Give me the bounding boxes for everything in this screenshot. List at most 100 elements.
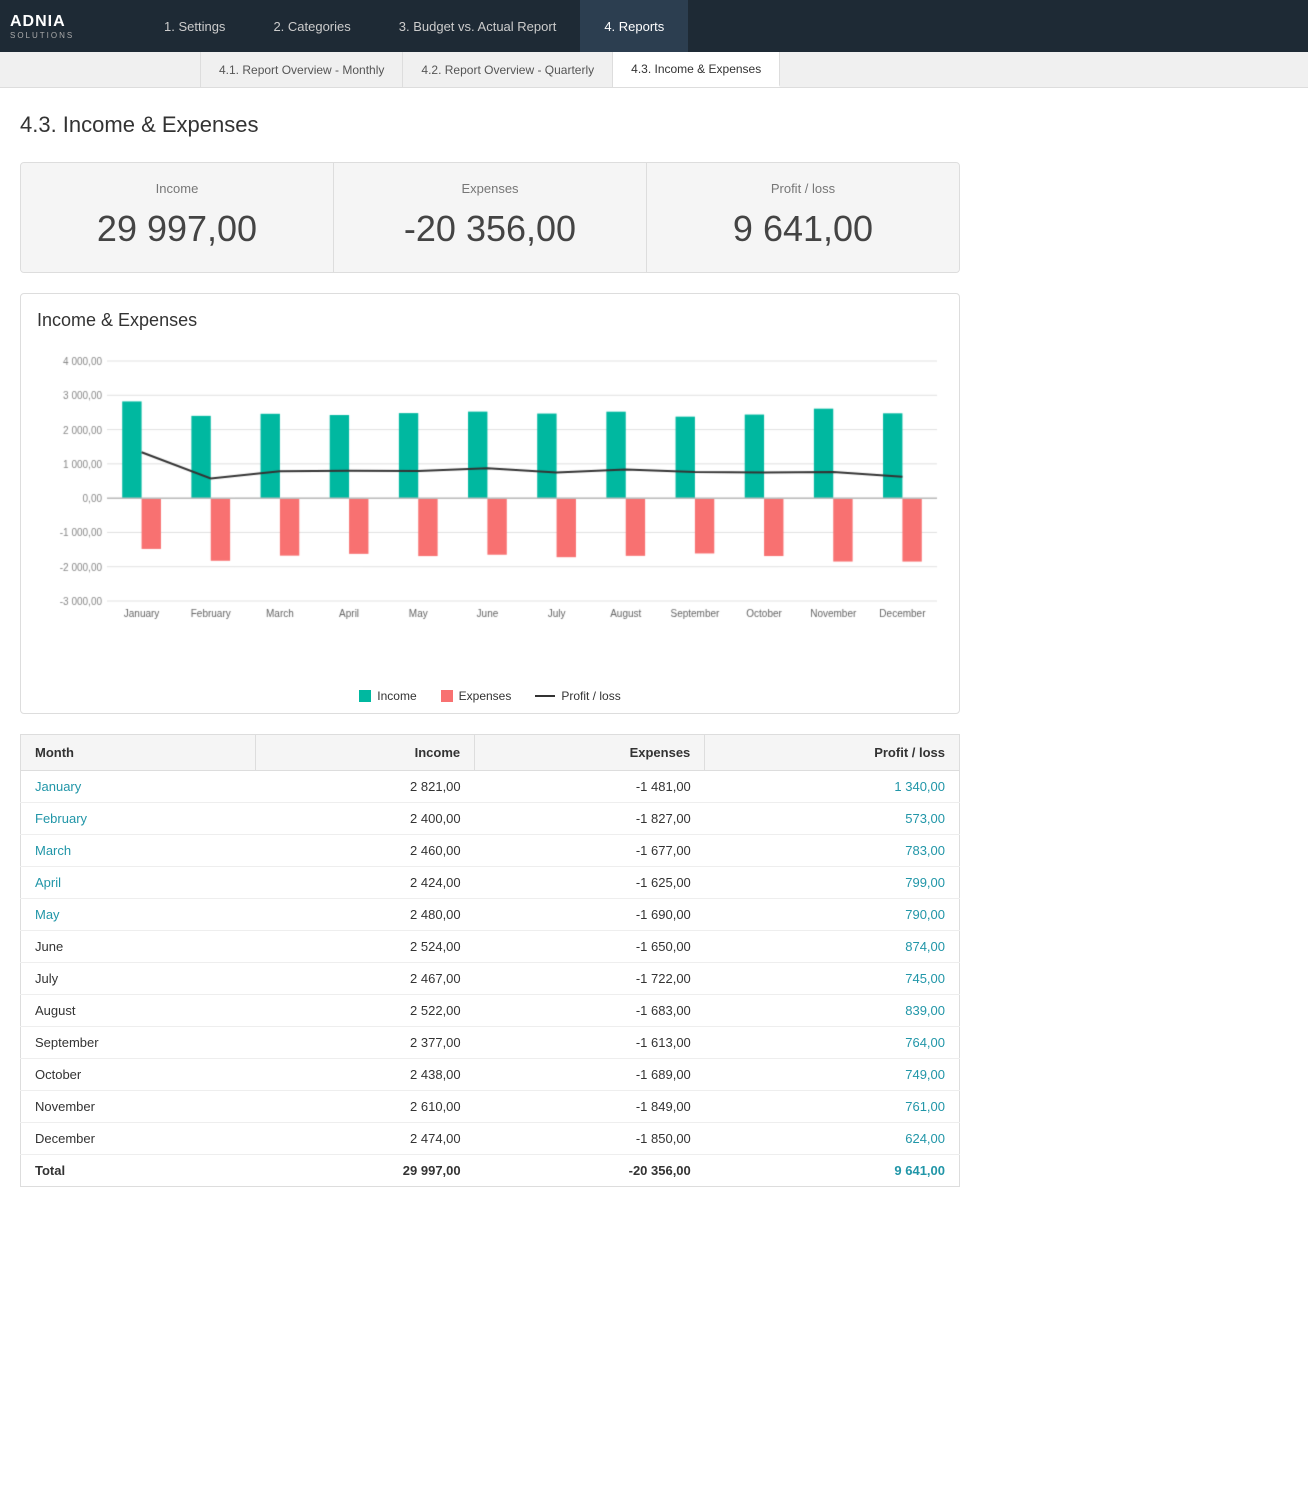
- legend-profit-label: Profit / loss: [561, 689, 620, 703]
- cell-month: October: [21, 1059, 256, 1091]
- nav-budget[interactable]: 3. Budget vs. Actual Report: [375, 0, 581, 52]
- table-row: October 2 438,00 -1 689,00 749,00: [21, 1059, 960, 1091]
- cell-income: 2 821,00: [256, 771, 475, 803]
- cell-income: 2 377,00: [256, 1027, 475, 1059]
- profit-value: 9 641,00: [671, 208, 935, 250]
- chart-title: Income & Expenses: [37, 310, 943, 331]
- cell-income: 2 424,00: [256, 867, 475, 899]
- logo-sub: SOLUTIONS: [10, 31, 74, 40]
- cell-profit: 1 340,00: [705, 771, 960, 803]
- cell-total-income: 29 997,00: [256, 1155, 475, 1187]
- cell-income: 2 610,00: [256, 1091, 475, 1123]
- table-row: November 2 610,00 -1 849,00 761,00: [21, 1091, 960, 1123]
- cell-profit: 749,00: [705, 1059, 960, 1091]
- cell-expenses: -1 683,00: [475, 995, 705, 1027]
- nav-items: 1. Settings 2. Categories 3. Budget vs. …: [140, 0, 1298, 52]
- cell-income: 2 480,00: [256, 899, 475, 931]
- cell-month: January: [21, 771, 256, 803]
- cell-total-profit: 9 641,00: [705, 1155, 960, 1187]
- logo-text: ADNIA: [10, 13, 66, 30]
- sub-nav: 4.1. Report Overview - Monthly 4.2. Repo…: [0, 52, 1308, 88]
- chart-area: [37, 341, 943, 681]
- legend-expenses-label: Expenses: [459, 689, 512, 703]
- profit-legend-line: [535, 695, 555, 697]
- cell-expenses: -1 690,00: [475, 899, 705, 931]
- expenses-card: Expenses -20 356,00: [334, 163, 647, 272]
- subnav-monthly[interactable]: 4.1. Report Overview - Monthly: [200, 52, 403, 87]
- col-month: Month: [21, 735, 256, 771]
- cell-expenses: -1 689,00: [475, 1059, 705, 1091]
- cell-expenses: -1 722,00: [475, 963, 705, 995]
- table-row: June 2 524,00 -1 650,00 874,00: [21, 931, 960, 963]
- cell-total-month: Total: [21, 1155, 256, 1187]
- income-legend-color: [359, 690, 371, 702]
- col-income: Income: [256, 735, 475, 771]
- nav-categories[interactable]: 2. Categories: [249, 0, 374, 52]
- cell-expenses: -1 625,00: [475, 867, 705, 899]
- cell-month: February: [21, 803, 256, 835]
- subnav-income-expenses[interactable]: 4.3. Income & Expenses: [613, 52, 780, 87]
- cell-month: May: [21, 899, 256, 931]
- income-card: Income 29 997,00: [21, 163, 334, 272]
- cell-month: July: [21, 963, 256, 995]
- income-value: 29 997,00: [45, 208, 309, 250]
- cell-income: 2 460,00: [256, 835, 475, 867]
- cell-profit: 624,00: [705, 1123, 960, 1155]
- cell-expenses: -1 827,00: [475, 803, 705, 835]
- table-row: February 2 400,00 -1 827,00 573,00: [21, 803, 960, 835]
- data-table: Month Income Expenses Profit / loss Janu…: [20, 734, 960, 1187]
- summary-cards: Income 29 997,00 Expenses -20 356,00 Pro…: [20, 162, 960, 273]
- page-content: 4.3. Income & Expenses Income 29 997,00 …: [0, 88, 980, 1211]
- cell-profit: 783,00: [705, 835, 960, 867]
- cell-expenses: -1 849,00: [475, 1091, 705, 1123]
- cell-expenses: -1 481,00: [475, 771, 705, 803]
- cell-month: August: [21, 995, 256, 1027]
- cell-total-expenses: -20 356,00: [475, 1155, 705, 1187]
- table-row: April 2 424,00 -1 625,00 799,00: [21, 867, 960, 899]
- cell-profit: 839,00: [705, 995, 960, 1027]
- table-header-row: Month Income Expenses Profit / loss: [21, 735, 960, 771]
- cell-profit: 799,00: [705, 867, 960, 899]
- income-label: Income: [45, 181, 309, 196]
- cell-month: March: [21, 835, 256, 867]
- col-expenses: Expenses: [475, 735, 705, 771]
- cell-income: 2 474,00: [256, 1123, 475, 1155]
- cell-month: December: [21, 1123, 256, 1155]
- nav-settings[interactable]: 1. Settings: [140, 0, 249, 52]
- cell-income: 2 438,00: [256, 1059, 475, 1091]
- top-nav: ADNIA SOLUTIONS 1. Settings 2. Categorie…: [0, 0, 1308, 52]
- cell-income: 2 524,00: [256, 931, 475, 963]
- cell-profit: 745,00: [705, 963, 960, 995]
- table-row: August 2 522,00 -1 683,00 839,00: [21, 995, 960, 1027]
- legend-income: Income: [359, 689, 416, 703]
- cell-month: November: [21, 1091, 256, 1123]
- logo: ADNIA SOLUTIONS: [10, 13, 110, 40]
- cell-month: June: [21, 931, 256, 963]
- expenses-legend-color: [441, 690, 453, 702]
- profit-label: Profit / loss: [671, 181, 935, 196]
- cell-income: 2 522,00: [256, 995, 475, 1027]
- cell-profit: 573,00: [705, 803, 960, 835]
- table-row: July 2 467,00 -1 722,00 745,00: [21, 963, 960, 995]
- cell-expenses: -1 850,00: [475, 1123, 705, 1155]
- table-row: January 2 821,00 -1 481,00 1 340,00: [21, 771, 960, 803]
- cell-month: September: [21, 1027, 256, 1059]
- legend-income-label: Income: [377, 689, 416, 703]
- table-row: March 2 460,00 -1 677,00 783,00: [21, 835, 960, 867]
- cell-expenses: -1 650,00: [475, 931, 705, 963]
- cell-month: April: [21, 867, 256, 899]
- cell-expenses: -1 677,00: [475, 835, 705, 867]
- table-row: December 2 474,00 -1 850,00 624,00: [21, 1123, 960, 1155]
- table-total-row: Total 29 997,00 -20 356,00 9 641,00: [21, 1155, 960, 1187]
- subnav-quarterly[interactable]: 4.2. Report Overview - Quarterly: [403, 52, 613, 87]
- legend-expenses: Expenses: [441, 689, 512, 703]
- cell-expenses: -1 613,00: [475, 1027, 705, 1059]
- expenses-value: -20 356,00: [358, 208, 622, 250]
- cell-profit: 790,00: [705, 899, 960, 931]
- cell-profit: 761,00: [705, 1091, 960, 1123]
- nav-reports[interactable]: 4. Reports: [580, 0, 688, 52]
- cell-profit: 874,00: [705, 931, 960, 963]
- profit-card: Profit / loss 9 641,00: [647, 163, 959, 272]
- expenses-label: Expenses: [358, 181, 622, 196]
- chart-legend: Income Expenses Profit / loss: [37, 689, 943, 703]
